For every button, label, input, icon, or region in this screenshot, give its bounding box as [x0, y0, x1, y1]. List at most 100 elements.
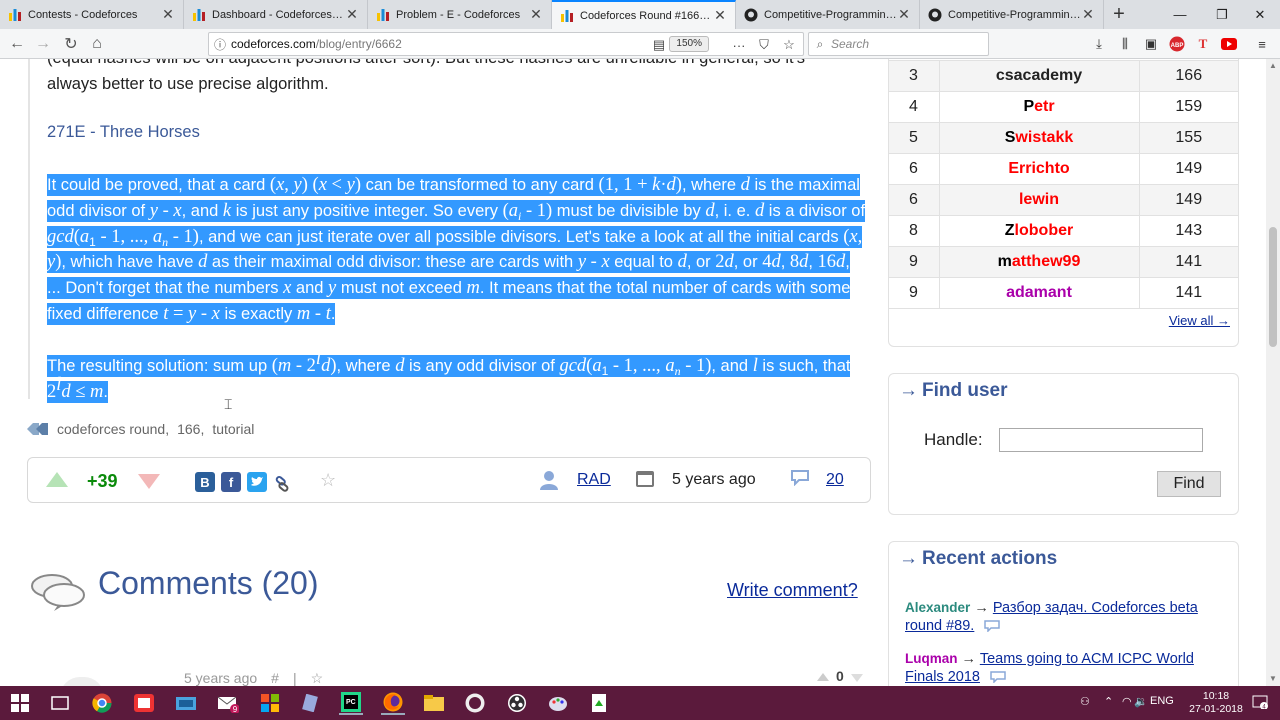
action-center-icon[interactable]: 4: [1252, 695, 1268, 712]
network-icon[interactable]: ◠: [1122, 695, 1132, 708]
comment-permalink[interactable]: #: [271, 670, 279, 686]
translate-icon[interactable]: T: [1193, 34, 1213, 54]
menu-icon[interactable]: ≡: [1252, 34, 1272, 54]
url-bar[interactable]: ⓘ codeforces.com /blog/entry/6662 ▤ 150%…: [208, 32, 804, 56]
tab-problem[interactable]: Problem - E - Codeforces ✕: [368, 0, 552, 29]
tag-link[interactable]: codeforces round: [57, 421, 165, 437]
handle-first-letter: S: [1004, 129, 1016, 146]
bookmark-star-icon[interactable]: ☆: [779, 36, 799, 54]
tag-link[interactable]: 166: [177, 421, 200, 437]
rating-handle-link[interactable]: adamant: [938, 277, 1140, 309]
pocket-icon[interactable]: ⛉: [754, 36, 774, 54]
facebook-share-icon[interactable]: f: [221, 472, 241, 492]
recent-action-user[interactable]: Alexander: [905, 600, 970, 615]
tray-chevron-icon[interactable]: ⌃: [1104, 695, 1113, 708]
downloads-icon[interactable]: ⤓: [1089, 34, 1109, 54]
reload-icon[interactable]: ↻: [60, 33, 82, 55]
rating-handle-link[interactable]: Errichto: [938, 153, 1140, 185]
notes-icon[interactable]: [298, 691, 322, 715]
comment-star-icon[interactable]: ☆: [311, 670, 324, 686]
system-clock[interactable]: 10:18 27-01-2018: [1188, 690, 1244, 716]
volume-icon[interactable]: 🔉: [1134, 695, 1148, 708]
page-actions-icon[interactable]: ···: [729, 36, 749, 54]
codeforces-favicon-icon: [376, 8, 390, 22]
view-all-link[interactable]: View all →: [1169, 313, 1230, 328]
firefox-icon[interactable]: [381, 691, 405, 715]
comments-icon: [31, 574, 85, 611]
rating-handle-link[interactable]: lewin: [938, 184, 1140, 216]
adblock-icon[interactable]: ABP: [1167, 34, 1187, 54]
file-explorer-icon[interactable]: [422, 691, 446, 715]
link-share-icon[interactable]: [273, 472, 293, 492]
find-button[interactable]: Find: [1157, 471, 1221, 497]
close-icon[interactable]: ✕: [713, 7, 727, 24]
tab-github-2[interactable]: Competitive-Programming/Ea ✕: [920, 0, 1104, 29]
search-input[interactable]: ⌕ Search: [808, 32, 989, 56]
new-tab-button[interactable]: +: [1104, 0, 1134, 29]
mail-icon[interactable]: 9: [216, 691, 240, 715]
comment-count-link[interactable]: 20: [826, 471, 844, 489]
scroll-down-icon[interactable]: ▼: [1266, 672, 1280, 686]
windows-start-icon[interactable]: [8, 691, 32, 715]
window-close-icon[interactable]: ✕: [1240, 0, 1280, 29]
rating-handle-link[interactable]: Petr: [938, 91, 1140, 123]
section-title[interactable]: 271E - Three Horses: [47, 123, 200, 142]
vk-share-icon[interactable]: B: [195, 472, 215, 492]
chrome-icon[interactable]: [90, 691, 114, 715]
close-icon[interactable]: ✕: [345, 6, 359, 23]
mouse-cursor-icon: ⌶: [224, 396, 233, 412]
pycharm-icon[interactable]: PC: [339, 691, 363, 715]
close-icon[interactable]: ✕: [161, 6, 175, 23]
comment-vote-down-icon[interactable]: [851, 674, 863, 682]
tab-title: Codeforces Round #166 Tutori: [580, 9, 713, 22]
write-comment-link[interactable]: Write comment?: [727, 580, 858, 601]
page-scrollbar[interactable]: ▲ ▼: [1266, 59, 1280, 686]
minimize-icon[interactable]: —: [1160, 0, 1200, 29]
home-icon[interactable]: ⌂: [86, 33, 108, 55]
app-green-icon[interactable]: [587, 691, 611, 715]
site-info-icon[interactable]: ⓘ: [209, 36, 231, 53]
close-icon[interactable]: ✕: [1081, 6, 1095, 23]
url-host: codeforces.com: [231, 37, 316, 51]
task-view-icon[interactable]: [48, 691, 72, 715]
comment-vote-up-icon[interactable]: [817, 673, 829, 681]
scroll-up-icon[interactable]: ▲: [1266, 59, 1280, 73]
tab-dashboard[interactable]: Dashboard - Codeforces Round ✕: [184, 0, 368, 29]
reader-view-icon[interactable]: ▤: [649, 36, 669, 54]
app-blue-icon[interactable]: [174, 691, 198, 715]
author-link[interactable]: RAD: [577, 471, 611, 489]
paint-icon[interactable]: [546, 691, 570, 715]
close-icon[interactable]: ✕: [897, 6, 911, 23]
obs-icon[interactable]: [505, 691, 529, 715]
forward-icon[interactable]: →: [32, 33, 54, 55]
tag-link[interactable]: tutorial: [212, 421, 254, 437]
tab-github-1[interactable]: Competitive-Programming/Cf ✕: [736, 0, 920, 29]
youtube-icon[interactable]: [1219, 34, 1239, 54]
rating-handle-link[interactable]: csacademy: [938, 60, 1140, 92]
store-icon[interactable]: [258, 691, 282, 715]
language-indicator[interactable]: ENG: [1150, 695, 1174, 707]
vote-down-icon[interactable]: [138, 474, 160, 489]
tab-tutorial[interactable]: Codeforces Round #166 Tutori ✕: [552, 0, 736, 29]
rating-handle-link[interactable]: matthew99: [938, 246, 1140, 278]
close-icon[interactable]: ✕: [529, 6, 543, 23]
back-icon[interactable]: ←: [6, 33, 28, 55]
tab-contests[interactable]: Contests - Codeforces ✕: [0, 0, 184, 29]
vote-up-icon[interactable]: [46, 472, 68, 487]
scrollbar-thumb[interactable]: [1269, 227, 1277, 347]
people-icon[interactable]: ⚇: [1080, 695, 1090, 708]
zoom-indicator[interactable]: 150%: [669, 36, 709, 52]
handle-input[interactable]: [999, 428, 1203, 452]
favorite-star-icon[interactable]: ☆: [320, 470, 336, 491]
codeforces-favicon-icon: [8, 8, 22, 22]
restore-icon[interactable]: ❐: [1202, 0, 1242, 29]
rating-handle-link[interactable]: Swistakk: [938, 122, 1140, 154]
vote-count: +39: [87, 471, 118, 491]
app-red-icon[interactable]: [132, 691, 156, 715]
recent-action-user[interactable]: Luqman: [905, 651, 958, 666]
library-icon[interactable]: ⫼: [1115, 34, 1135, 54]
twitter-share-icon[interactable]: [247, 472, 267, 492]
sidebar-icon[interactable]: ▣: [1141, 34, 1161, 54]
rating-handle-link[interactable]: Zlobober: [938, 215, 1140, 247]
github-desktop-icon[interactable]: [463, 691, 487, 715]
